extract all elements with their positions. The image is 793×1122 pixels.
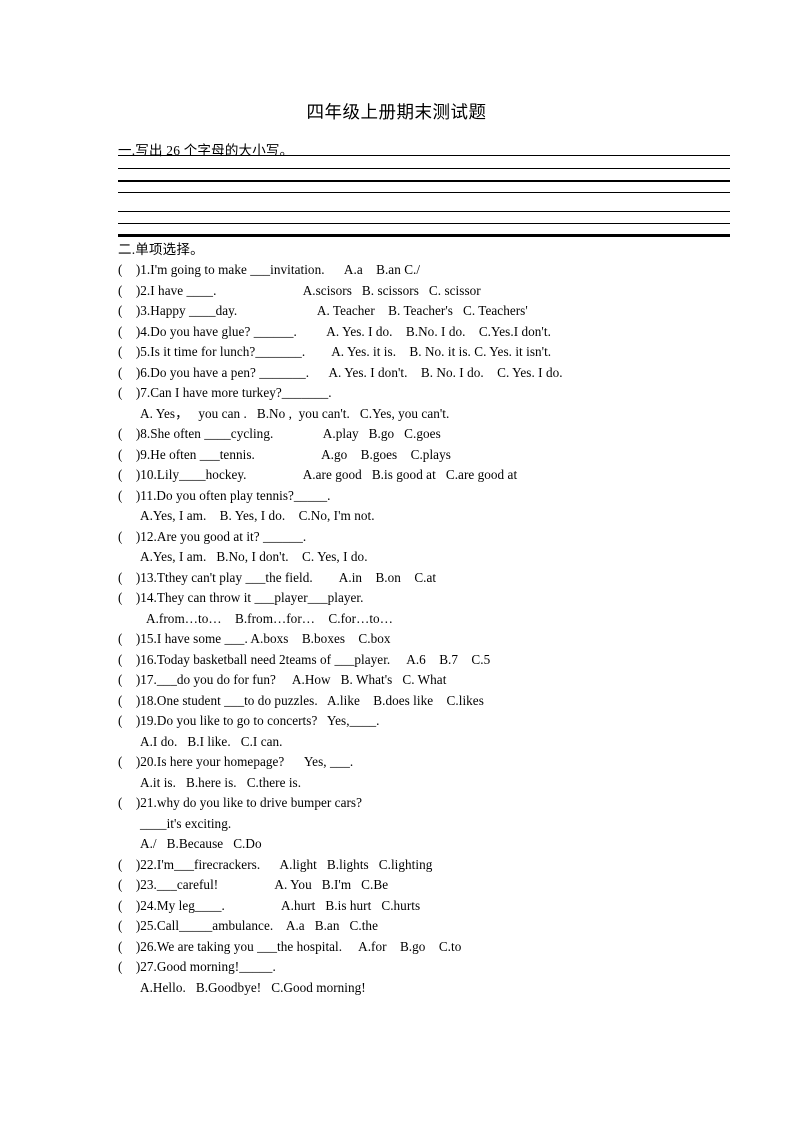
question-line: ( )24.My leg____. A.hurt B.is hurt C.hur… xyxy=(118,897,421,913)
question-options-line: ____it's exciting. xyxy=(140,815,232,831)
question-line: ( )5.Is it time for lunch?_______. A. Ye… xyxy=(118,344,552,359)
writing-rule-line xyxy=(118,155,730,156)
question-line: ( )18.One student ___to do puzzles. A.li… xyxy=(118,692,484,708)
question-line: ( )12.Are you good at it? ______. xyxy=(118,528,307,544)
question-line: ( )9.He often ___tennis. A.go B.goes C.p… xyxy=(118,446,451,462)
question-line: ( )6.Do you have a pen? _______. A. Yes.… xyxy=(118,364,563,380)
question-line: ( )16.Today basketball need 2teams of __… xyxy=(118,651,491,667)
question-line: ( )22.I'm___firecrackers. A.light B.ligh… xyxy=(118,856,433,872)
question-list: ( )1.I'm going to make ___invitation. A.… xyxy=(118,260,778,998)
question-line: ( )3.Happy ____day. A. Teacher B. Teache… xyxy=(118,303,528,318)
question-options-line: A.from…to… B.from…for… C.for…to… xyxy=(146,610,393,626)
question-line: ( )4.Do you have glue? ______. A. Yes. I… xyxy=(118,323,551,339)
question-line: ( )27.Good morning!_____. xyxy=(118,959,276,974)
question-line: ( )11.Do you often play tennis?_____. xyxy=(118,487,331,503)
writing-rule-line xyxy=(118,223,730,224)
exam-paper-page: 四年级上册期末测试题 一.写出 26 个字母的大小写。 二.单项选择。 ( )1… xyxy=(0,0,793,1122)
question-line: ( )13.Tthey can't play ___the field. A.i… xyxy=(118,569,437,585)
question-line: ( )2.I have ____. A.scisors B. scissors … xyxy=(118,282,481,298)
writing-rule-line xyxy=(118,180,730,182)
section-heading-writing: 一.写出 26 个字母的大小写。 xyxy=(118,143,294,158)
page-title: 四年级上册期末测试题 xyxy=(306,102,487,122)
question-line: ( )21.why do you like to drive bumper ca… xyxy=(118,795,363,810)
question-line: ( )23.___careful! A. You B.I'm C.Be xyxy=(118,877,389,892)
question-line: ( )19.Do you like to go to concerts? Yes… xyxy=(118,713,380,728)
question-line: ( )26.We are taking you ___the hospital.… xyxy=(118,938,462,954)
question-options-line: A. Yes， you can . B.No , you can't. C.Ye… xyxy=(140,405,450,421)
question-options-line: A.Yes, I am. B.No, I don't. C. Yes, I do… xyxy=(140,549,368,564)
writing-rule-line xyxy=(118,211,730,212)
section-heading-multiple-choice: 二.单项选择。 xyxy=(118,242,204,257)
writing-rule-line xyxy=(118,236,730,237)
question-options-line: A.Hello. B.Goodbye! C.Good morning! xyxy=(140,979,366,995)
question-line: ( )17.___do you do for fun? A.How B. Wha… xyxy=(118,672,447,687)
question-line: ( )15.I have some ___. A.boxs B.boxes C.… xyxy=(118,631,391,646)
question-options-line: A.it is. B.here is. C.there is. xyxy=(140,774,302,790)
question-line: ( )1.I'm going to make ___invitation. A.… xyxy=(118,262,421,277)
question-line: ( )8.She often ____cycling. A.play B.go … xyxy=(118,426,441,441)
question-options-line: A.Yes, I am. B. Yes, I do. C.No, I'm not… xyxy=(140,508,375,523)
question-line: ( )25.Call_____ambulance. A.a B.an C.the xyxy=(118,918,378,933)
question-line: ( )10.Lily____hockey. A.are good B.is go… xyxy=(118,467,518,482)
question-line: ( )20.Is here your homepage? Yes, ___. xyxy=(118,754,354,769)
writing-rule-line xyxy=(118,168,730,169)
question-line: ( )7.Can I have more turkey?_______. xyxy=(118,385,332,400)
writing-rule-line xyxy=(118,192,730,193)
question-options-line: A.I do. B.I like. C.I can. xyxy=(140,733,283,749)
question-line: ( )14.They can throw it ___player___play… xyxy=(118,590,364,605)
question-options-line: A./ B.Because C.Do xyxy=(140,836,262,851)
